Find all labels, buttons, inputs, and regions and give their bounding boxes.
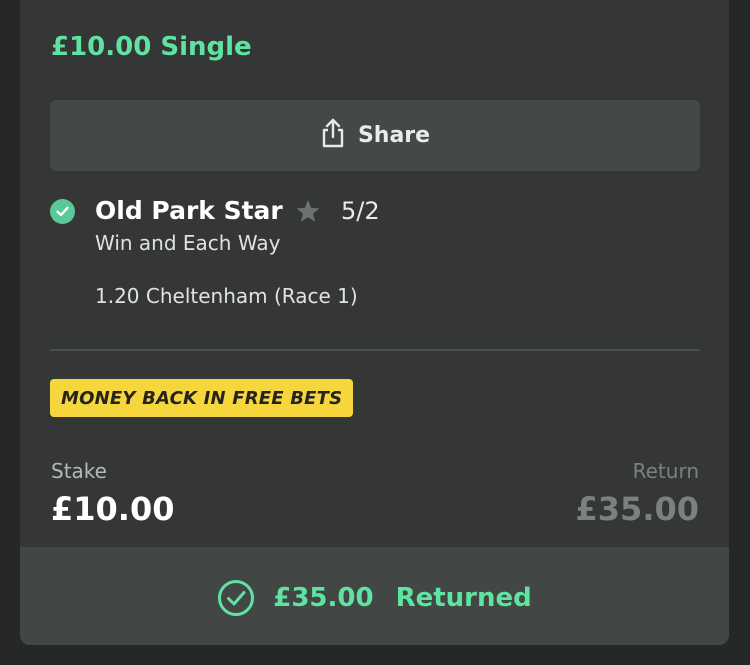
returned-status: Returned [395,582,532,613]
stake-value: £10.00 [51,490,175,528]
return-label: Return [632,459,699,483]
returned-amount: £35.00 [273,582,374,613]
star-icon[interactable] [295,199,321,228]
divider [50,349,700,351]
return-value: £35.00 [575,490,699,528]
bet-title: £10.00 Single [51,32,252,62]
stake-label: Stake [51,459,107,483]
bet-card: £10.00 Single Share Old Park Star 5/2 Wi… [20,0,729,645]
share-icon [320,118,358,154]
share-button[interactable]: Share [50,100,700,171]
selection-name: Old Park Star [95,196,283,225]
market-name: Win and Each Way [95,231,281,255]
check-circle-icon [50,199,75,224]
check-circle-outline-icon [217,579,255,617]
promo-badge: MONEY BACK IN FREE BETS [50,379,354,417]
event-name: 1.20 Cheltenham (Race 1) [95,284,358,308]
selection-odds: 5/2 [341,197,380,225]
returned-footer: £35.00 Returned [20,547,729,645]
share-label: Share [357,123,431,148]
